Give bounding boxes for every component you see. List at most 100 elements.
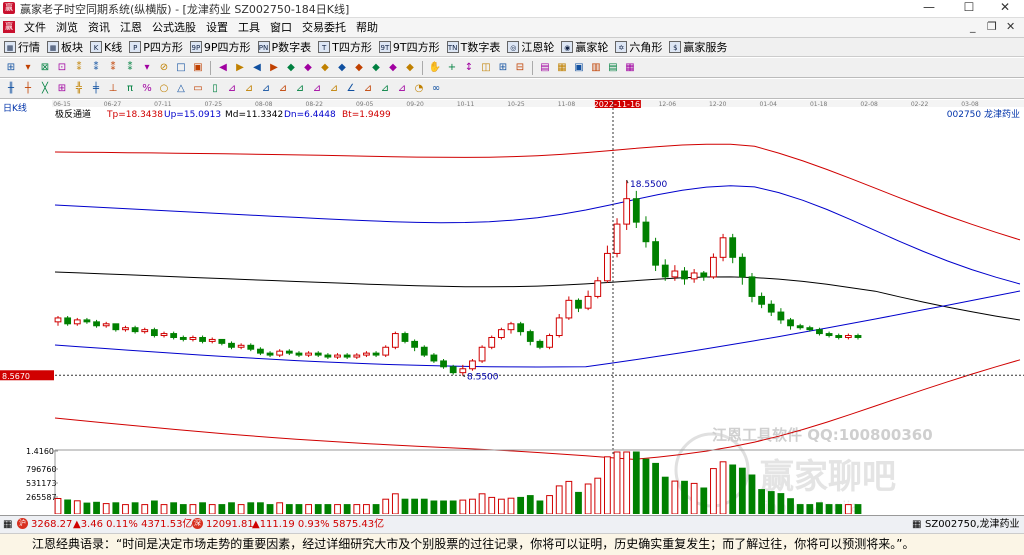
- tool-icon-2[interactable]: ╳: [38, 82, 52, 96]
- tool-icon-6[interactable]: ⊥: [106, 82, 120, 96]
- toolbar-button-11[interactable]: ✡ 六角形: [615, 39, 662, 55]
- tool-icon-11[interactable]: ▭: [191, 82, 205, 96]
- tool-icon-27[interactable]: +: [445, 61, 459, 75]
- tool-icon-6[interactable]: ⁑: [106, 61, 120, 75]
- menu-item-2[interactable]: 资讯: [83, 20, 115, 35]
- tool-icon-21[interactable]: ⊿: [361, 82, 375, 96]
- tool-icon-17[interactable]: ⊿: [293, 82, 307, 96]
- tool-icon-17[interactable]: ◆: [284, 61, 298, 75]
- tool-icon-15[interactable]: ⊿: [259, 82, 273, 96]
- tool-icon-9[interactable]: ⊘: [157, 61, 171, 75]
- menu-item-8[interactable]: 交易委托: [297, 20, 351, 35]
- tool-icon-14[interactable]: ⊿: [242, 82, 256, 96]
- menu-item-9[interactable]: 帮助: [351, 20, 383, 35]
- tool-icon-16[interactable]: ▶: [267, 61, 281, 75]
- menu-item-6[interactable]: 工具: [233, 20, 265, 35]
- toolbar-button-5[interactable]: PN P数字表: [257, 39, 311, 55]
- tool-icon-34[interactable]: ▦: [555, 61, 569, 75]
- tool-icon-1[interactable]: ┼: [21, 82, 35, 96]
- gann-wheel-icon: ◎: [507, 41, 520, 53]
- toolbar-button-7[interactable]: 9T 9T四方形: [378, 39, 440, 55]
- toolbar-button-6[interactable]: T T四方形: [318, 39, 372, 55]
- tool-icon-9[interactable]: ○: [157, 82, 171, 96]
- toolbar-button-8[interactable]: TN T数字表: [446, 39, 500, 55]
- menu-item-1[interactable]: 浏览: [51, 20, 83, 35]
- menu-item-3[interactable]: 江恩: [115, 20, 147, 35]
- volume-bar: [73, 500, 81, 514]
- tool-icon-2[interactable]: ⊠: [38, 61, 52, 75]
- tool-icon-36[interactable]: ▥: [589, 61, 603, 75]
- tool-icon-7[interactable]: π: [123, 82, 137, 96]
- tool-icon-7[interactable]: ⁑: [123, 61, 137, 75]
- tool-icon-15[interactable]: ◀: [250, 61, 264, 75]
- toolbar-button-4[interactable]: 9P 9P四方形: [189, 39, 251, 55]
- volume-bar: [141, 504, 149, 514]
- tool-icon-37[interactable]: ▤: [606, 61, 620, 75]
- minimize-button[interactable]: —: [914, 0, 944, 17]
- tool-icon-8[interactable]: ▾: [140, 61, 154, 75]
- mdi-restore-button[interactable]: ❐: [987, 20, 997, 33]
- dn-band-line: [54, 290, 1021, 368]
- tool-icon-5[interactable]: ╪: [89, 82, 103, 96]
- tool-icon-11[interactable]: ▣: [191, 61, 205, 75]
- tool-icon-20[interactable]: ∠: [344, 82, 358, 96]
- tool-icon-20[interactable]: ◆: [335, 61, 349, 75]
- mdi-close-button[interactable]: ✕: [1006, 20, 1015, 33]
- chart-area[interactable]: 06-15 06-27 07-11 07-25 08-08 08-22 09-05 09-20…: [0, 100, 1024, 514]
- tool-icon-4[interactable]: ╬: [72, 82, 86, 96]
- tool-icon-8[interactable]: %: [140, 82, 154, 96]
- tool-icon-38[interactable]: ▦: [623, 61, 637, 75]
- tool-icon-26[interactable]: ✋: [428, 61, 442, 75]
- grid-icon[interactable]: ▦: [3, 517, 12, 532]
- tool-icon-23[interactable]: ◆: [386, 61, 400, 75]
- tool-icon-4[interactable]: ⁑: [72, 61, 86, 75]
- tool-icon-31[interactable]: ⊟: [513, 61, 527, 75]
- tool-icon-22[interactable]: ◆: [369, 61, 383, 75]
- tool-icon-25[interactable]: ∞: [429, 82, 443, 96]
- tool-icon-12[interactable]: ▯: [208, 82, 222, 96]
- tool-icon-10[interactable]: △: [174, 82, 188, 96]
- tool-icon-21[interactable]: ◆: [352, 61, 366, 75]
- tool-icon-18[interactable]: ⊿: [310, 82, 324, 96]
- tool-icon-23[interactable]: ⊿: [395, 82, 409, 96]
- maximize-button[interactable]: ☐: [954, 0, 984, 17]
- tool-icon-19[interactable]: ◆: [318, 61, 332, 75]
- toolbar-button-3[interactable]: P P四方形: [129, 39, 183, 55]
- tool-icon-33[interactable]: ▤: [538, 61, 552, 75]
- toolbar-button-12[interactable]: $ 赢家服务: [669, 39, 727, 55]
- tool-icon-35[interactable]: ▣: [572, 61, 586, 75]
- candle-body: [440, 360, 447, 368]
- close-button[interactable]: ✕: [990, 0, 1020, 17]
- toolbar-button-label: 板块: [61, 41, 83, 54]
- tool-icon-3[interactable]: ⊞: [55, 82, 69, 96]
- tool-icon-0[interactable]: ╫: [4, 82, 18, 96]
- tool-icon-28[interactable]: ↕: [462, 61, 476, 75]
- toolbar-button-2[interactable]: K K线: [90, 39, 122, 55]
- menu-item-4[interactable]: 公式选股: [147, 20, 201, 35]
- tool-icon-22[interactable]: ⊿: [378, 82, 392, 96]
- menu-item-0[interactable]: 文件: [19, 20, 51, 35]
- menu-item-5[interactable]: 设置: [201, 20, 233, 35]
- tool-icon-29[interactable]: ◫: [479, 61, 493, 75]
- mdi-minimize-button[interactable]: _: [970, 20, 976, 33]
- tool-icon-0[interactable]: ⊞: [4, 61, 18, 75]
- toolbar-button-9[interactable]: ◎ 江恩轮: [507, 39, 554, 55]
- menu-item-7[interactable]: 窗口: [265, 20, 297, 35]
- toolbar-button-10[interactable]: ◉ 赢家轮: [561, 39, 608, 55]
- kline-chart[interactable]: 06-15 06-27 07-11 07-25 08-08 08-22 09-05 09-20…: [0, 100, 1024, 514]
- tool-icon-18[interactable]: ◆: [301, 61, 315, 75]
- tool-icon-3[interactable]: ⊡: [55, 61, 69, 75]
- toolbar-button-0[interactable]: ▦ 行情: [4, 39, 40, 55]
- tool-icon-24[interactable]: ◔: [412, 82, 426, 96]
- tool-icon-10[interactable]: □: [174, 61, 188, 75]
- tool-icon-13[interactable]: ◀: [216, 61, 230, 75]
- tool-icon-13[interactable]: ⊿: [225, 82, 239, 96]
- tool-icon-1[interactable]: ▾: [21, 61, 35, 75]
- tool-icon-30[interactable]: ⊞: [496, 61, 510, 75]
- tool-icon-24[interactable]: ◆: [403, 61, 417, 75]
- tool-icon-19[interactable]: ⊿: [327, 82, 341, 96]
- toolbar-button-1[interactable]: ▦ 板块: [47, 39, 83, 55]
- tool-icon-16[interactable]: ⊿: [276, 82, 290, 96]
- tool-icon-14[interactable]: ▶: [233, 61, 247, 75]
- tool-icon-5[interactable]: ⁑: [89, 61, 103, 75]
